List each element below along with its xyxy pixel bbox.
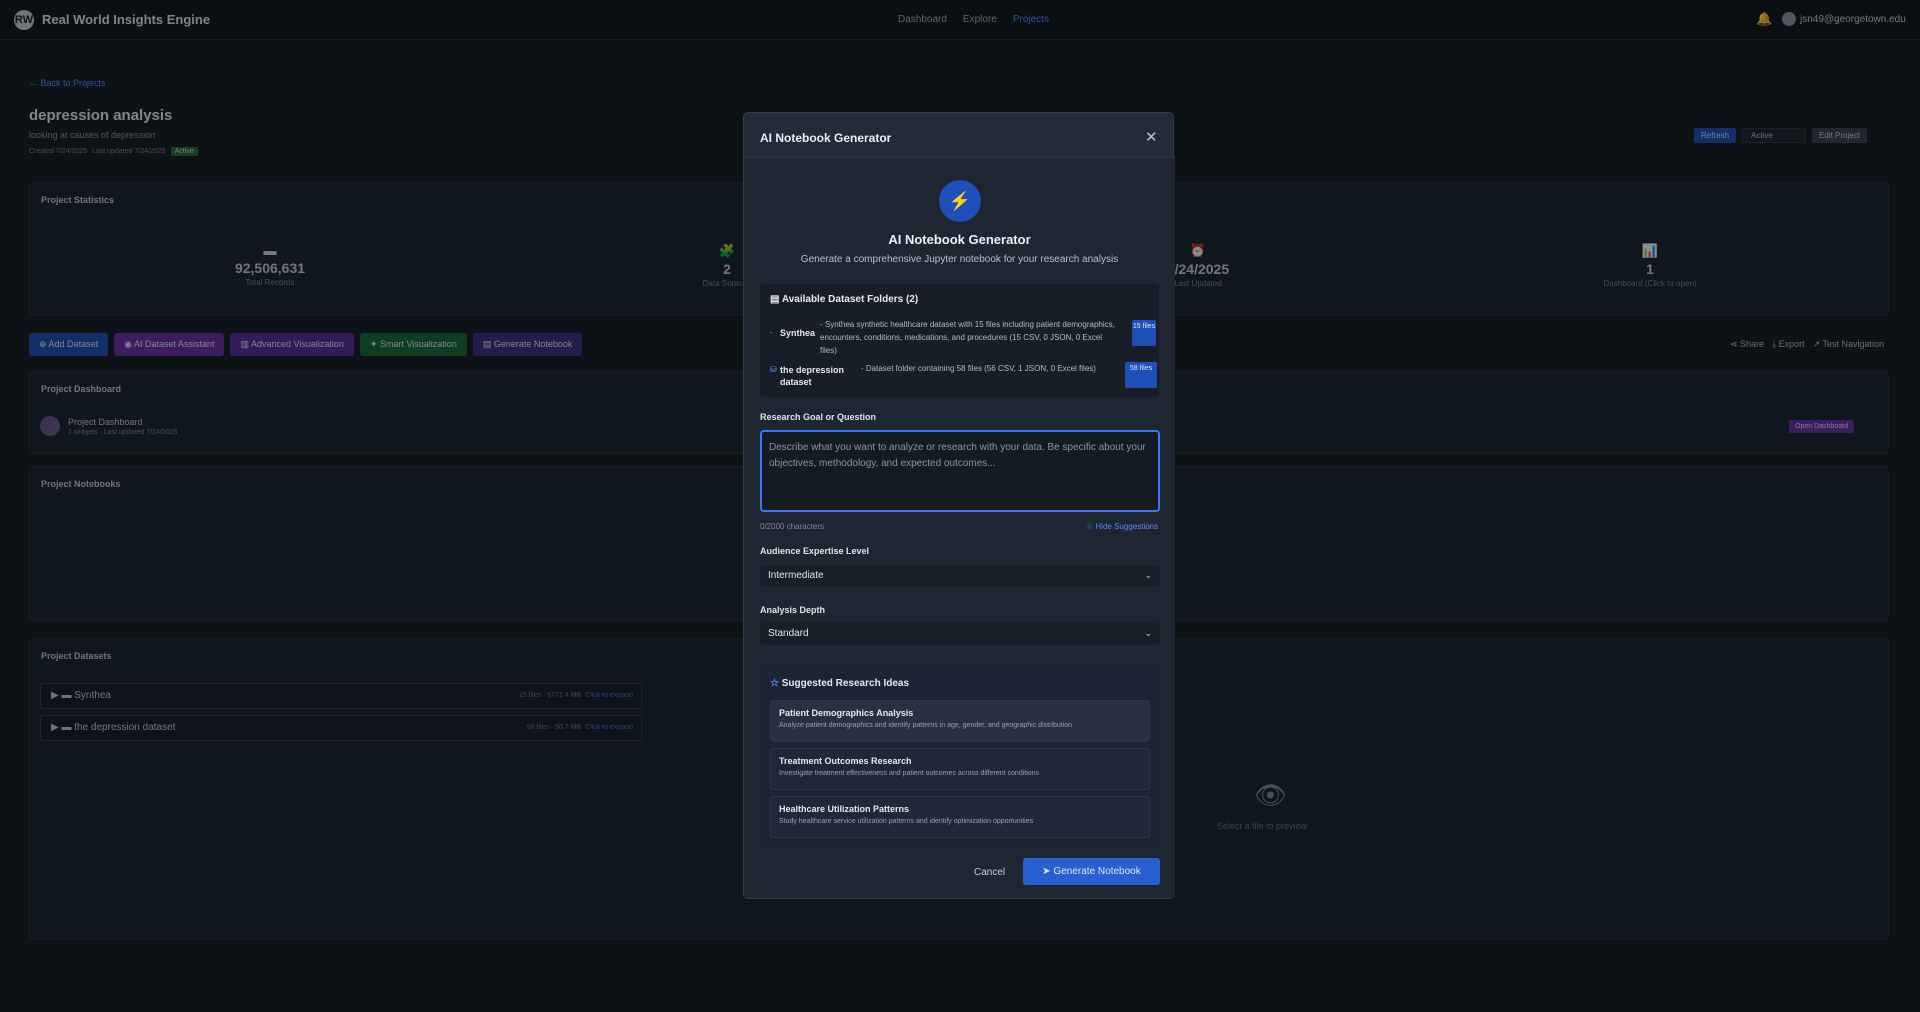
modal-body: ⚡ AI Notebook Generator Generate a compr… bbox=[744, 157, 1175, 897]
suggested-ideas-box: ☆ Suggested Research Ideas Patient Demog… bbox=[760, 668, 1160, 843]
folder-icon: - bbox=[770, 328, 773, 337]
ai-notebook-generator-modal: AI Notebook Generator ✕ ⚡ AI Notebook Ge… bbox=[743, 112, 1175, 899]
send-icon: ➤ bbox=[1042, 866, 1051, 877]
folders-title-text: Available Dataset Folders (2) bbox=[781, 294, 919, 305]
expertise-label: Audience Expertise Level bbox=[760, 546, 870, 556]
suggestion-item[interactable]: Patient Demographics Analysis Analyze pa… bbox=[770, 700, 1150, 742]
suggestion-desc: Investigate treatment effectiveness and … bbox=[779, 770, 1040, 777]
modal-title: AI Notebook Generator bbox=[760, 131, 892, 145]
generate-notebook-submit-button[interactable]: ➤ Generate Notebook bbox=[1023, 858, 1160, 885]
folder-item[interactable]: - Synthea - Synthea synthetic healthcare… bbox=[770, 318, 1156, 355]
close-icon[interactable]: ✕ bbox=[1145, 128, 1158, 146]
suggestion-item[interactable]: Treatment Outcomes Research Investigate … bbox=[770, 748, 1150, 790]
hide-suggestions-label: Hide Suggestions bbox=[1095, 522, 1159, 531]
depth-value: Standard bbox=[768, 628, 809, 639]
dataset-folders-box: ▤ Available Dataset Folders (2) - Synthe… bbox=[760, 284, 1159, 397]
folder-file-count: 58 files bbox=[1125, 362, 1157, 388]
suggestions-title-text: Suggested Research Ideas bbox=[781, 678, 910, 689]
folder-name: Synthea bbox=[780, 328, 816, 338]
character-count: 0/2000 characters bbox=[760, 522, 825, 531]
expertise-value: Intermediate bbox=[768, 570, 824, 581]
suggestion-title: Treatment Outcomes Research bbox=[779, 756, 912, 766]
folder-desc: - Synthea synthetic healthcare dataset w… bbox=[820, 320, 1115, 355]
depth-select[interactable]: Standard ⌄ bbox=[760, 623, 1160, 645]
research-goal-input[interactable] bbox=[760, 430, 1160, 512]
depth-label: Analysis Depth bbox=[760, 605, 826, 615]
folder-item[interactable]: ⛁ the depression dataset - Dataset folde… bbox=[770, 362, 1157, 392]
expertise-select[interactable]: Intermediate ⌄ bbox=[760, 565, 1160, 587]
suggestion-desc: Analyze patient demographics and identif… bbox=[779, 722, 1073, 729]
folder-desc: - Dataset folder containing 58 files (56… bbox=[861, 364, 1096, 373]
folders-title: ▤ Available Dataset Folders (2) bbox=[770, 294, 919, 305]
suggestion-title: Patient Demographics Analysis bbox=[779, 708, 914, 718]
suggestion-item[interactable]: Healthcare Utilization Patterns Study he… bbox=[770, 796, 1150, 838]
lightning-icon: ⚡ bbox=[939, 180, 981, 222]
database-icon: ⛁ bbox=[770, 365, 777, 374]
chevron-down-icon: ⌄ bbox=[1144, 628, 1152, 638]
suggestion-title: Healthcare Utilization Patterns bbox=[779, 804, 910, 814]
folder-name: the depression dataset bbox=[780, 365, 845, 387]
cancel-button[interactable]: Cancel bbox=[974, 867, 1005, 878]
chevron-down-icon: ⌄ bbox=[1144, 570, 1152, 580]
suggestions-title: ☆ Suggested Research Ideas bbox=[770, 678, 909, 689]
goal-label: Research Goal or Question bbox=[760, 412, 877, 422]
modal-heading: AI Notebook Generator bbox=[888, 232, 1031, 247]
hide-suggestions-link[interactable]: ☆ Hide Suggestions bbox=[1086, 522, 1158, 531]
star-icon: ☆ bbox=[770, 678, 779, 689]
suggestion-desc: Study healthcare service utilization pat… bbox=[779, 818, 1034, 825]
button-label: Generate Notebook bbox=[1053, 866, 1141, 877]
modal-subtitle: Generate a comprehensive Jupyter noteboo… bbox=[800, 254, 1119, 265]
folder-file-count: 15 files bbox=[1132, 320, 1156, 346]
